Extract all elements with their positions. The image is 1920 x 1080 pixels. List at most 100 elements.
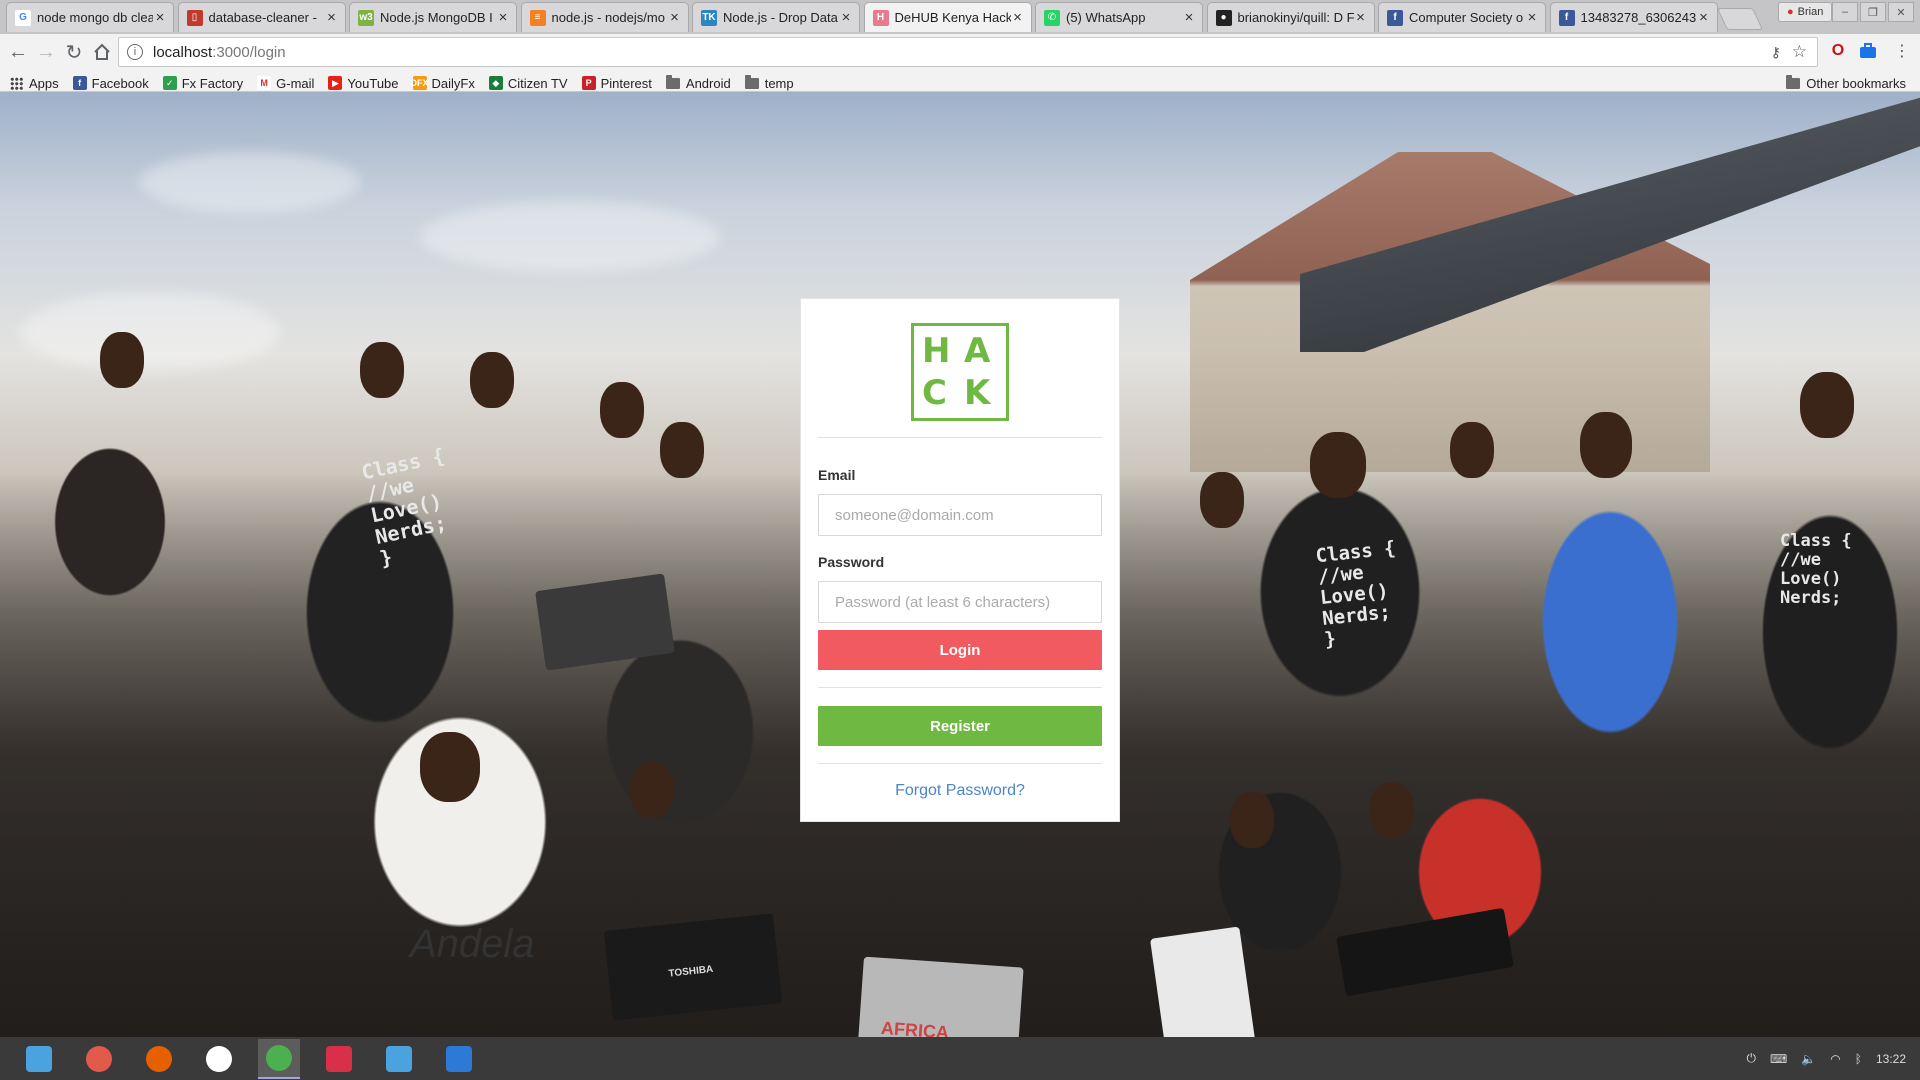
- bluetooth-icon[interactable]: ᛒ: [1855, 1052, 1862, 1066]
- tab-title: node.js - nodejs/mo: [551, 10, 665, 25]
- browser-tab[interactable]: w3 Node.js MongoDB I ×: [349, 2, 517, 32]
- browser-tab[interactable]: ✆ (5) WhatsApp ×: [1035, 2, 1203, 32]
- tab-favicon-icon: G: [15, 9, 31, 26]
- taskbar-settings-button[interactable]: [198, 1039, 240, 1079]
- bookmark-temp[interactable]: temp: [744, 74, 794, 91]
- keyboard-icon[interactable]: ⌨: [1770, 1052, 1787, 1066]
- browser-tab[interactable]: f Computer Society o ×: [1378, 2, 1546, 32]
- bookmark-apps[interactable]: Apps: [10, 76, 59, 91]
- forgot-password-link[interactable]: Forgot Password?: [801, 782, 1119, 800]
- tab-close-icon[interactable]: ×: [1697, 9, 1711, 26]
- other-bookmarks[interactable]: Other bookmarks: [1786, 74, 1906, 91]
- browser-tab[interactable]: TK Node.js - Drop Data ×: [692, 2, 860, 32]
- tab-close-icon[interactable]: ×: [496, 9, 510, 26]
- maximize-button[interactable]: ❐: [1860, 2, 1886, 22]
- new-tab-button[interactable]: [1716, 8, 1764, 30]
- bookmark-dailyfx[interactable]: DFX DailyFx: [410, 76, 475, 91]
- key-icon[interactable]: ⚷: [1771, 44, 1781, 61]
- andela-shirt-text: Andela: [410, 922, 535, 966]
- tab-favicon-icon: TK: [701, 9, 717, 26]
- password-input[interactable]: [818, 581, 1102, 623]
- bookmark-fx-factory[interactable]: ✓ Fx Factory: [162, 75, 244, 91]
- minimize-button[interactable]: –: [1832, 2, 1858, 22]
- tab-close-icon[interactable]: ×: [1525, 9, 1539, 26]
- reload-button[interactable]: ↻: [60, 39, 88, 65]
- tab-close-icon[interactable]: ×: [668, 9, 682, 26]
- taskbar-files-button[interactable]: [378, 1039, 420, 1079]
- tab-title: node mongo db clea: [37, 10, 153, 25]
- taskbar-vscode-button[interactable]: [438, 1039, 480, 1079]
- face: [420, 732, 480, 802]
- email-input[interactable]: [818, 494, 1102, 536]
- bookmark-favicon-icon: M: [257, 76, 272, 90]
- login-button[interactable]: Login: [818, 630, 1102, 670]
- browser-toolbar: ← → ↻ i localhost:3000/login ⚷ ☆ O ⋮ App…: [0, 34, 1920, 92]
- browser-tab[interactable]: f 13483278_6306243 ×: [1549, 2, 1718, 32]
- browser-tab[interactable]: H DeHUB Kenya Hack ×: [863, 2, 1032, 32]
- extension-icon[interactable]: [1857, 40, 1879, 62]
- other-bookmarks-label: Other bookmarks: [1806, 75, 1906, 91]
- info-icon[interactable]: i: [127, 44, 143, 60]
- recorder-icon: [86, 1045, 112, 1072]
- taskbar-recorder-button[interactable]: [78, 1039, 120, 1079]
- profile-name: Brian: [1797, 6, 1824, 18]
- launcher-icon: [26, 1045, 52, 1072]
- address-bar[interactable]: i localhost:3000/login ⚷ ☆: [118, 37, 1818, 67]
- bookmark-youtube[interactable]: ▶ YouTube: [328, 76, 399, 91]
- tab-title: (5) WhatsApp: [1066, 10, 1146, 25]
- chrome-icon: [266, 1044, 292, 1071]
- bookmark-label: Android: [685, 75, 731, 91]
- bookmark-label: temp: [764, 75, 794, 91]
- cloud: [420, 202, 720, 272]
- taskbar-terminal-button[interactable]: [318, 1039, 360, 1079]
- clock[interactable]: 13:22: [1876, 1052, 1906, 1066]
- bookmark-facebook[interactable]: f Facebook: [72, 76, 149, 91]
- shirt-text: Class { //we Love() Nerds;: [1780, 531, 1852, 608]
- firefox-icon: [146, 1045, 172, 1072]
- home-button[interactable]: [88, 39, 116, 65]
- volume-icon[interactable]: 🔈: [1801, 1052, 1816, 1066]
- tab-close-icon[interactable]: ×: [1182, 9, 1196, 26]
- taskbar-launcher-button[interactable]: [18, 1039, 60, 1079]
- taskbar-firefox-button[interactable]: [138, 1039, 180, 1079]
- wifi-icon[interactable]: ◠: [1830, 1052, 1840, 1066]
- power-icon[interactable]: ⏻: [1747, 1051, 1757, 1066]
- bookmark-favicon-icon: ▶: [328, 76, 343, 90]
- tab-close-icon[interactable]: ×: [325, 9, 339, 26]
- tab-close-icon[interactable]: ×: [1011, 9, 1025, 26]
- folder-icon: [744, 74, 759, 89]
- tab-title: Node.js MongoDB I: [380, 10, 493, 25]
- opera-extension-icon[interactable]: O: [1827, 40, 1849, 62]
- bookmarks-bar: Apps f Facebook ✓ Fx Factory M G-mail ▶ YouTube D…: [0, 74, 1920, 92]
- taskbar-chrome-button[interactable]: [258, 1038, 300, 1079]
- browser-tab[interactable]: ▯ database-cleaner - ×: [177, 2, 346, 32]
- back-button[interactable]: ←: [4, 39, 32, 65]
- face: [470, 352, 514, 408]
- bookmark-label: Pinterest: [600, 75, 652, 91]
- bookmark-g-mail[interactable]: M G-mail: [257, 76, 314, 91]
- bookmark-favicon-icon: f: [72, 76, 87, 90]
- vscode-icon: [446, 1045, 472, 1072]
- tab-favicon-icon: f: [1558, 9, 1575, 26]
- bookmark-favicon-icon: DFX: [410, 76, 429, 90]
- laptop: AFRICA: [856, 956, 1024, 1037]
- bookmark-star-icon[interactable]: ☆: [1792, 42, 1807, 62]
- tab-close-icon[interactable]: ×: [153, 9, 167, 26]
- browser-tab[interactable]: ● brianokinyi/quill: D F ×: [1206, 2, 1375, 32]
- forward-button[interactable]: →: [32, 39, 60, 65]
- bookmark-label: Apps: [29, 75, 59, 91]
- tab-close-icon[interactable]: ×: [1354, 9, 1368, 26]
- bookmark-citizen-tv[interactable]: ◆ Citizen TV: [488, 76, 568, 91]
- profile-icon: ●: [1787, 6, 1794, 18]
- bookmark-pinterest[interactable]: P Pinterest: [581, 75, 652, 91]
- bookmark-android[interactable]: Android: [665, 74, 731, 91]
- tab-close-icon[interactable]: ×: [839, 9, 853, 26]
- close-window-button[interactable]: ✕: [1888, 2, 1914, 22]
- browser-tab[interactable]: ≡ node.js - nodejs/mo ×: [520, 2, 689, 32]
- profile-button[interactable]: ● Brian: [1778, 2, 1833, 22]
- menu-icon[interactable]: ⋮: [1891, 40, 1913, 62]
- face: [660, 422, 704, 478]
- register-button[interactable]: Register: [818, 706, 1102, 746]
- bookmark-label: Fx Factory: [181, 75, 244, 91]
- browser-tab[interactable]: Gnode mongo db clea ×: [6, 2, 174, 32]
